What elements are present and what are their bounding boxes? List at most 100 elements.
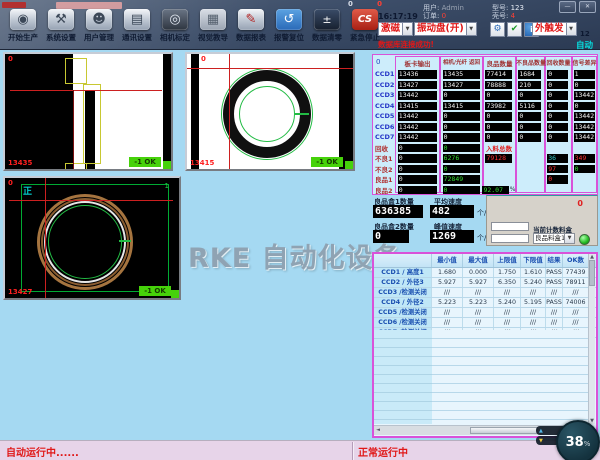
total-feed-value: 79128	[485, 154, 512, 163]
row-label: 不良1	[373, 153, 395, 163]
frame-counter: 0	[201, 55, 206, 63]
chevron-down-icon[interactable]: ▼	[567, 22, 577, 36]
row-label: CCD5	[373, 112, 395, 120]
toolbar-button[interactable]: ◎ 相机标定	[156, 9, 194, 43]
ok1-row: 良品1 0 72849 0	[373, 174, 597, 185]
percent-sign: %	[510, 186, 516, 193]
column-header: 上限值	[494, 254, 521, 267]
tally-mark: 正	[23, 184, 32, 197]
hopper-panel: 0 当前计数料盒 良品料盒1 ▼	[486, 195, 598, 246]
recycle-count-value: 0	[547, 123, 568, 132]
frame-counter: 0	[8, 55, 13, 63]
server-icon: ▤	[124, 9, 150, 30]
camera-view-3[interactable]: 正 1 0 13427 -1 OK	[3, 176, 181, 300]
main-toolbar: ◉ 开始生产 ⚒ 系统设置 ☻ 用户管理 ▤ 通讯设置	[0, 0, 600, 50]
camera-return-value: 0	[443, 112, 480, 121]
recycle-count-value: 0	[547, 81, 568, 90]
upper-limit-value: 5.240	[494, 298, 521, 307]
signal-diff-value: 1	[574, 70, 595, 79]
camera-return-value: 13435	[443, 70, 480, 79]
result-table: 最小值 最大值 上限值 下限值 结果 OK数 CCD1 / 高度1 1.680 …	[372, 252, 598, 438]
camera-return-value: 72849	[443, 175, 480, 184]
scroll-left-icon[interactable]: ◄	[374, 426, 382, 435]
toolbar-button[interactable]: ☻ 用户管理	[80, 9, 118, 43]
net-monitor-overlay[interactable]: ▲ 0 K/s ▼ 0 K/s 38 %	[536, 426, 590, 446]
column-header: 下限值	[521, 254, 546, 267]
vertical-scrollbar[interactable]: ▲ ▼	[588, 254, 595, 424]
ccd-count-row: CCD3 13442 0 0 0 0 13442	[373, 90, 597, 101]
check-icon[interactable]: ✔	[507, 22, 522, 37]
result-row[interactable]: CCD4 / 外径2 5.223 5.223 5.240 5.195 PASS …	[374, 298, 596, 308]
ng2-row: 不良2 0 0 97 0	[373, 164, 597, 175]
frame-counter: 0	[8, 179, 13, 187]
board-output-value: 0	[398, 186, 437, 195]
detected-circle	[48, 205, 122, 279]
bad-count-value: 1684	[518, 70, 541, 79]
status-badge: -1 OK	[139, 286, 171, 296]
min-value: ///	[432, 308, 463, 317]
camera-return-value: 13415	[443, 102, 480, 111]
board-output-value: 13427	[398, 81, 437, 90]
ok-count-value: ///	[563, 308, 589, 317]
board-output-value: 0	[398, 154, 437, 163]
camera-view-2[interactable]: 0 13415 -1 OK	[185, 52, 355, 171]
toolbar-button[interactable]: ✎ 数据报表	[232, 9, 270, 43]
toolbar-button[interactable]: ▤ 通讯设置	[118, 9, 156, 43]
scrollbar-thumb[interactable]	[589, 260, 595, 286]
minimize-icon[interactable]: —	[559, 1, 576, 13]
current-box-dropdown[interactable]: 良品料盒1 ▼	[533, 233, 575, 244]
row-label: CCD4	[373, 102, 395, 110]
toolbar-button[interactable]: ± 数据清零	[308, 9, 346, 43]
board-output-value: 13436	[398, 70, 437, 79]
status-led	[579, 234, 590, 245]
signal-diff-value: 13442	[574, 112, 595, 121]
close-icon[interactable]: ✕	[579, 1, 596, 13]
camera-view-1[interactable]: 0 13435 -1 OK	[3, 52, 173, 171]
chevron-down-icon[interactable]: ▼	[403, 22, 413, 36]
panel-corner-counter: 0	[376, 58, 380, 66]
lower-limit-value: 5.240	[521, 278, 546, 287]
detected-circle	[239, 86, 295, 142]
cpu-usage-circle[interactable]: 38 %	[556, 420, 600, 460]
vibrator-dropdown[interactable]: 振动盘(开) ▼	[414, 22, 477, 36]
result-row[interactable]: CCD1 / 高度1 1.680 0.000 1.750 1.610 PASS …	[374, 268, 596, 278]
signal-diff-value: 0	[574, 81, 595, 90]
toolbar-button[interactable]: ▦ 视觉教导	[194, 9, 232, 43]
trigger-mode-dropdown[interactable]: 外触发 ▼	[532, 22, 577, 36]
result-row[interactable]: CCD3 /检测关闭 /// /// /// /// /// ///	[374, 288, 596, 298]
min-value: 5.223	[432, 298, 463, 307]
hopper-input-2[interactable]	[491, 234, 529, 243]
status-chip	[163, 161, 171, 169]
chevron-down-icon[interactable]: ▼	[467, 22, 477, 36]
min-value: 5.927	[432, 278, 463, 287]
status-badge: -1 OK	[311, 157, 343, 167]
column-header: 最大值	[463, 254, 494, 267]
roi-rect	[65, 58, 87, 84]
ok-count-value: ///	[563, 288, 589, 297]
result-row[interactable]: CCD6 /检测关闭 /// /// /// /// /// ///	[374, 318, 596, 328]
scrollbar-thumb[interactable]	[470, 427, 538, 434]
result-row[interactable]: CCD5 /检测关闭 /// /// /// /// /// ///	[374, 308, 596, 318]
bad-count-value: 0	[518, 112, 541, 121]
recycle-count-value: 0	[547, 112, 568, 121]
recycle-row: 回收 0 0 入料总数	[373, 143, 597, 154]
toolbar-button[interactable]: ↺ 报警复位	[270, 9, 308, 43]
excite-dropdown[interactable]: 激磁 ▼	[378, 22, 413, 36]
chevron-down-icon[interactable]: ▼	[565, 233, 575, 244]
hopper-input-1[interactable]	[491, 222, 529, 231]
trigger-count-text: 12	[580, 30, 590, 38]
result-value: ///	[546, 308, 563, 317]
image-region	[191, 54, 199, 169]
column-header	[374, 254, 432, 267]
status-badge: -1 OK	[129, 157, 161, 167]
result-row[interactable]: CCD2 / 外径3 5.927 5.927 6.350 5.240 PASS …	[374, 278, 596, 288]
column-header: 回收数量	[545, 58, 572, 67]
measurement-label: CCD6 /检测关闭	[374, 318, 432, 327]
camera-return-value: 0	[443, 123, 480, 132]
recycle-count-value: 0	[547, 133, 568, 142]
toolbar-button[interactable]: ⚒ 系统设置	[42, 9, 80, 43]
recycle-count-value: 36	[547, 154, 568, 163]
toolbar-button[interactable]: ◉ 开始生产	[4, 9, 42, 43]
gear-icon[interactable]: ⚙	[490, 22, 505, 37]
row-label: CCD7	[373, 133, 395, 141]
